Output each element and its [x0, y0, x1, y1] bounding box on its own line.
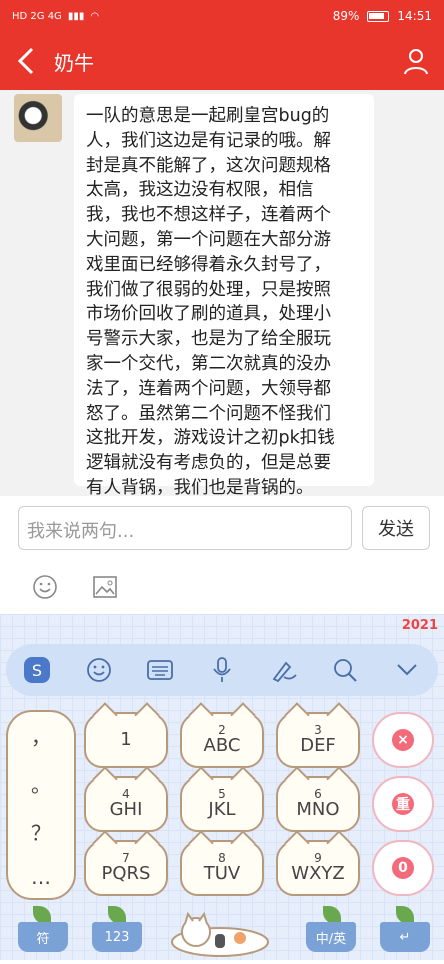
- emoji-icon[interactable]: [68, 644, 130, 696]
- delete-key[interactable]: ×: [372, 712, 434, 768]
- message-bubble: 一队的意思是一起刷皇宫bug的 人，我们这边是有记录的哦。解 封是真不能解了，这…: [74, 94, 374, 498]
- user-profile-icon[interactable]: [388, 32, 444, 90]
- key-7[interactable]: 7 PQRS: [84, 840, 168, 896]
- key-letters: MNO: [296, 799, 340, 820]
- key-1[interactable]: 1: [84, 712, 168, 768]
- key-letters: JKL: [208, 799, 236, 820]
- key-letters: TUV: [203, 863, 241, 884]
- collapse-keyboard-icon[interactable]: [376, 644, 438, 696]
- punctuation-key[interactable]: …: [31, 865, 51, 889]
- sogou-logo-icon[interactable]: S: [6, 644, 68, 696]
- handwriting-icon[interactable]: [253, 644, 315, 696]
- keyboard-layout-icon[interactable]: [129, 644, 191, 696]
- page-title: 奶牛: [54, 50, 94, 75]
- keyboard-toolbar: S: [6, 644, 438, 696]
- language-switch-key[interactable]: 中/英: [306, 922, 356, 952]
- send-button[interactable]: 发送: [362, 506, 430, 550]
- chat-area: 一队的意思是一起刷皇宫bug的 人，我们这边是有记录的哦。解 封是真不能解了，这…: [0, 90, 444, 498]
- signal-icon: ▮▮▮: [67, 10, 85, 22]
- wifi-icon: ◠: [90, 10, 100, 22]
- keyboard-bottom-row: 符 123 中/英 ↵: [0, 904, 444, 960]
- message-line: 戏里面已经够得着永久封号了，: [86, 254, 331, 275]
- keyboard-brand: 2021: [401, 618, 438, 633]
- back-icon[interactable]: [0, 32, 52, 90]
- comment-input[interactable]: 我来说两句...: [18, 506, 352, 550]
- message-line: 人，我们这边是有记录的哦。解: [86, 130, 331, 151]
- key-2[interactable]: 2 ABC: [180, 712, 264, 768]
- key-6[interactable]: 6 MNO: [276, 776, 360, 832]
- app-bar: 奶牛: [0, 32, 444, 90]
- space-key-cat[interactable]: [160, 904, 280, 960]
- reenter-label: 重: [392, 793, 414, 815]
- message-line: 大问题，第一个问题在大部分游: [86, 229, 331, 250]
- svg-text:S: S: [32, 661, 42, 680]
- keyboard: 2021 S ， 。 ？ … 1 2 ABC 3 DEF 4 GHI 5 JKL…: [0, 614, 444, 960]
- image-icon[interactable]: [90, 572, 120, 602]
- message-line: 我们做了很弱的处理，只是按照: [86, 279, 331, 300]
- key-letters: WXYZ: [291, 863, 345, 884]
- key-letters: DEF: [300, 735, 336, 756]
- network-indicators: HD 2G 4G ▮▮▮ ◠: [12, 11, 99, 22]
- message-line: 号警示大家，也是为了给全服玩: [86, 329, 331, 350]
- key-5[interactable]: 5 JKL: [180, 776, 264, 832]
- symbol-key[interactable]: 符: [18, 922, 68, 952]
- message-line: 法了，连着两个问题，大领导都: [86, 378, 331, 399]
- clock: 14:51: [397, 9, 432, 23]
- message-line: 怒了。虽然第二个问题不怪我们: [86, 403, 331, 424]
- status-bar: HD 2G 4G ▮▮▮ ◠ 89% 14:51: [0, 0, 444, 32]
- microphone-icon[interactable]: [191, 644, 253, 696]
- key-4[interactable]: 4 GHI: [84, 776, 168, 832]
- input-tools: [0, 560, 444, 614]
- key-letters: PQRS: [101, 863, 151, 884]
- network-text: HD 2G 4G: [12, 10, 62, 22]
- message-line: 封是真不能解了，这次问题规格: [86, 155, 331, 176]
- punctuation-key[interactable]: ？: [31, 817, 51, 846]
- emoji-icon[interactable]: [30, 572, 60, 602]
- message-line: 这批开发，游戏设计之初pk扣钱: [86, 428, 335, 449]
- reenter-key[interactable]: 重: [372, 776, 434, 832]
- message-line: 我，我也不想这样子，连着两个: [86, 205, 331, 226]
- number-mode-key[interactable]: 123: [92, 922, 142, 952]
- message-line: 太高，我这边没有权限，相信: [86, 180, 314, 201]
- punctuation-column[interactable]: ， 。 ？ …: [6, 710, 76, 900]
- input-bar: 我来说两句... 发送: [0, 496, 444, 560]
- punctuation-key[interactable]: 。: [31, 769, 51, 798]
- key-3[interactable]: 3 DEF: [276, 712, 360, 768]
- key-9[interactable]: 9 WXYZ: [276, 840, 360, 896]
- key-letters: ABC: [203, 735, 241, 756]
- key-8[interactable]: 8 TUV: [180, 840, 264, 896]
- key-letters: 1: [120, 729, 132, 750]
- avatar[interactable]: [14, 94, 62, 142]
- search-icon[interactable]: [315, 644, 377, 696]
- zero-label: 0: [392, 857, 414, 879]
- punctuation-key[interactable]: ，: [31, 721, 51, 750]
- message-line: 一队的意思是一起刷皇宫bug的: [86, 106, 330, 126]
- enter-key[interactable]: ↵: [380, 922, 430, 952]
- key-letters: GHI: [109, 799, 143, 820]
- battery-icon: [367, 10, 390, 22]
- delete-icon: ×: [392, 729, 414, 751]
- message-line: 逻辑就没有考虑负的，但是总要: [86, 453, 331, 474]
- zero-key[interactable]: 0: [372, 840, 434, 896]
- message-line: 家一个交代，第二次就真的没办: [86, 353, 331, 374]
- message-line: 市场价回收了刷的道具，处理小: [86, 304, 331, 325]
- battery-percent: 89%: [332, 9, 360, 23]
